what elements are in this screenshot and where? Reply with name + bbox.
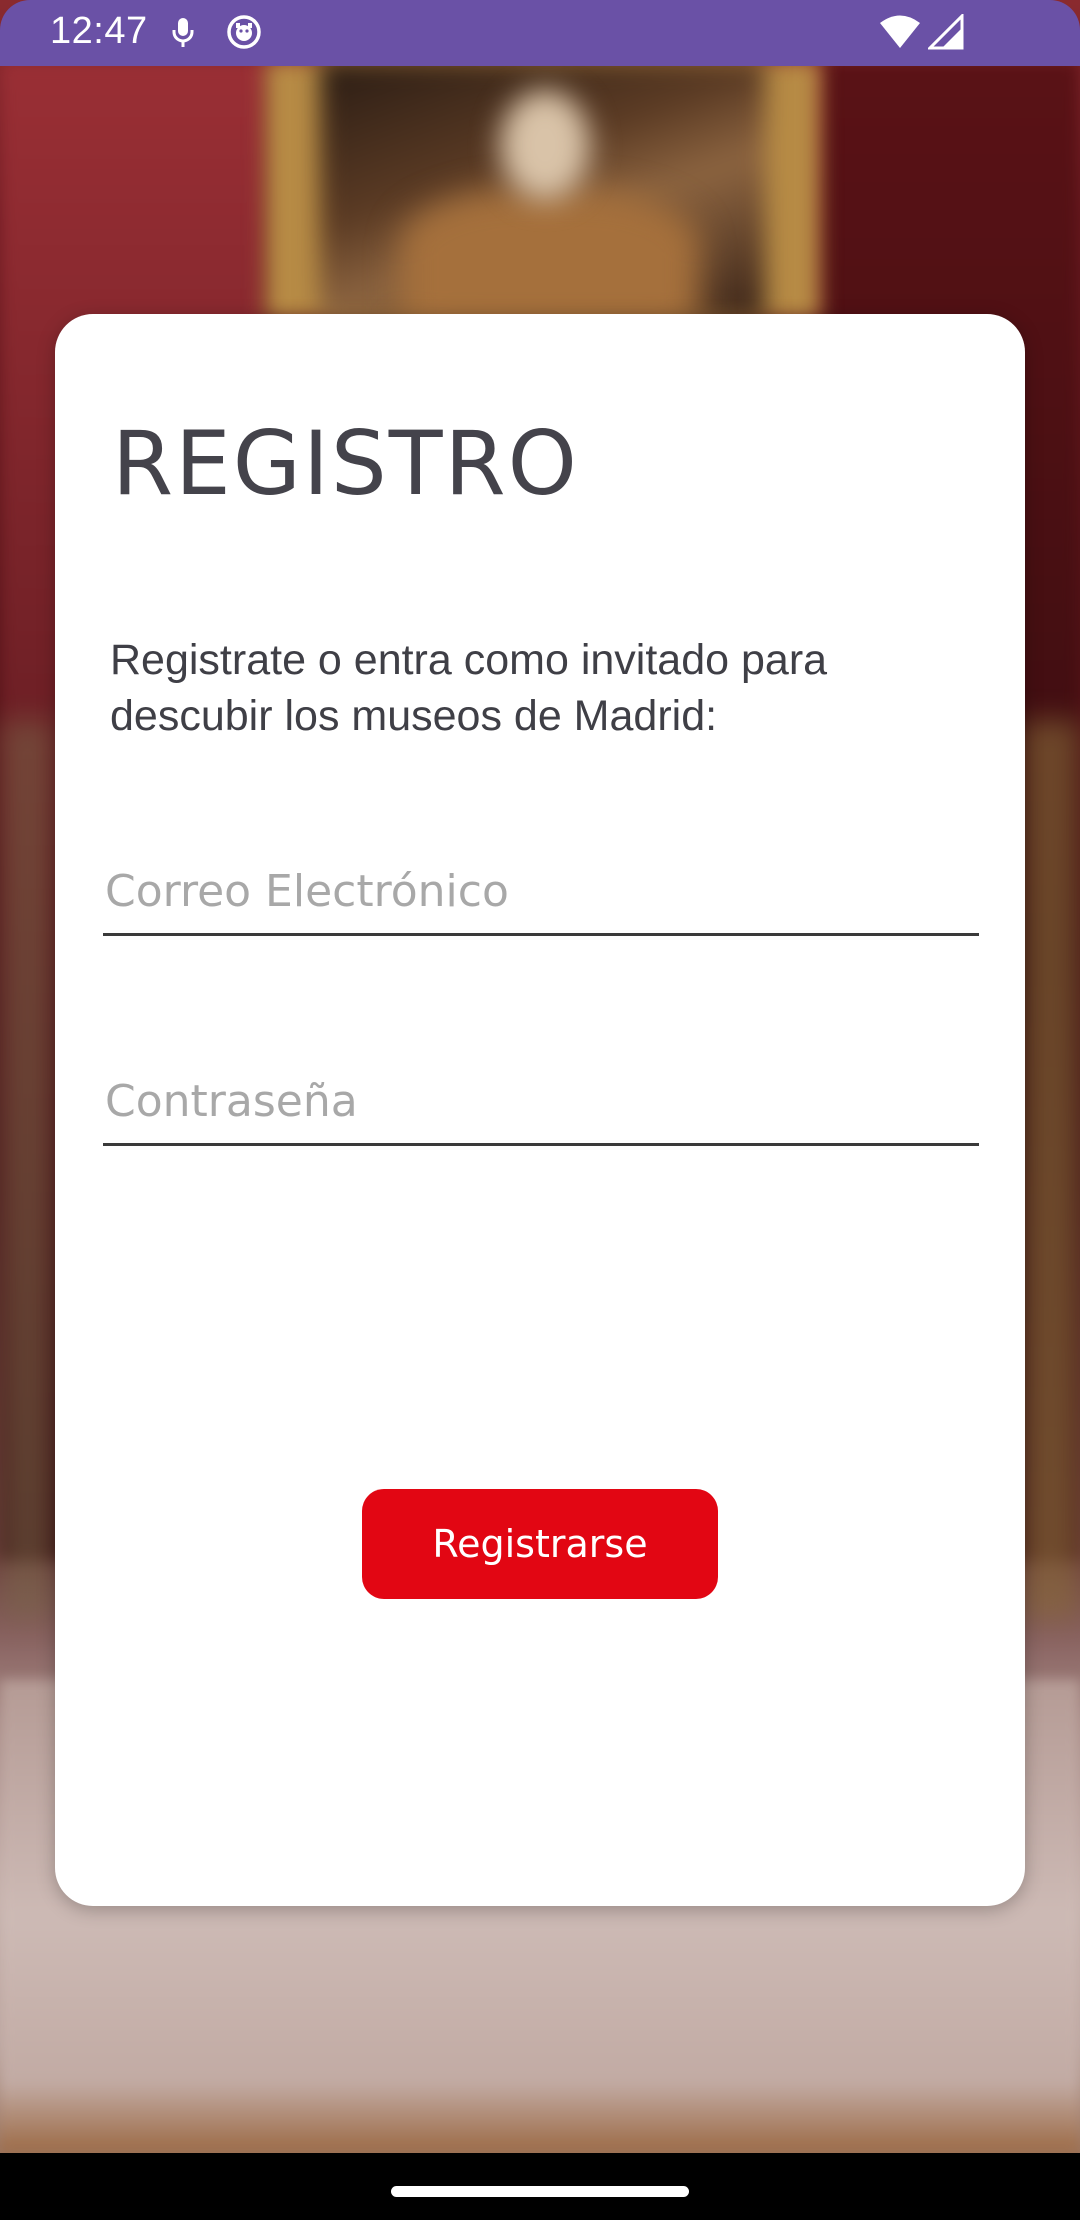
home-gesture-handle[interactable] <box>391 2186 689 2197</box>
wifi-icon <box>878 14 922 54</box>
register-card: REGISTRO Registrate o entra como invitad… <box>55 314 1025 1906</box>
register-button[interactable]: Registrarse <box>362 1489 718 1599</box>
email-field[interactable] <box>103 849 981 933</box>
password-field[interactable] <box>103 1059 981 1143</box>
bug-icon <box>226 14 262 54</box>
status-bar: 12:47 <box>0 0 1080 66</box>
page-title: REGISTRO <box>112 412 579 515</box>
subtitle-text: Registrate o entra como invitado para de… <box>110 636 828 740</box>
screen: 12:47 REGISTRO Registrate o entra como i… <box>0 0 1080 2220</box>
password-field-container <box>103 1059 981 1146</box>
mic-icon <box>170 16 196 54</box>
navigation-bar <box>0 2153 1080 2220</box>
signal-icon <box>926 12 964 54</box>
email-field-container <box>103 849 981 936</box>
status-time: 12:47 <box>50 10 148 52</box>
